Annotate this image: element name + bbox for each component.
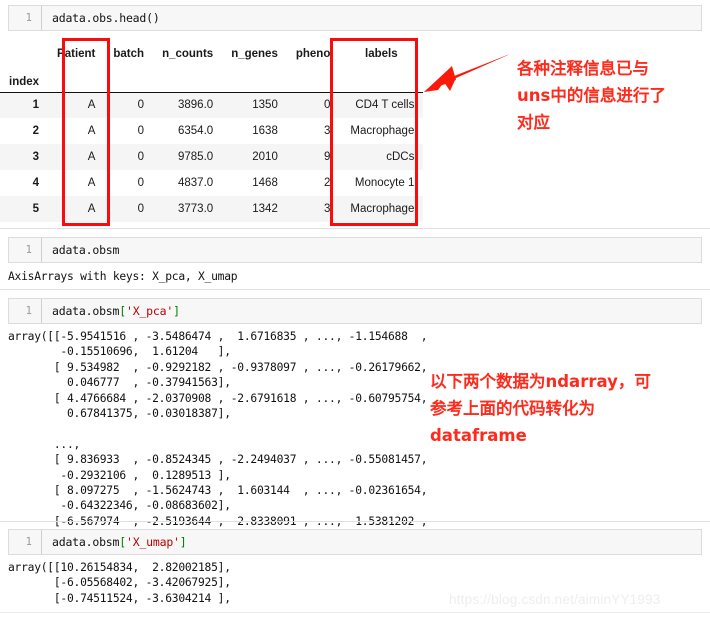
index-header-spacer-5	[286, 61, 340, 93]
cell-labels: cDCs	[339, 144, 424, 170]
cell-batch: 0	[104, 92, 154, 118]
column-header-n-counts[interactable]: n_counts	[153, 36, 222, 61]
cell-batch: 0	[137, 125, 145, 137]
cell-n-genes: 1350	[222, 92, 287, 118]
table-row: 4 A 0 4837.0 1468 2 Monocyte 1	[0, 170, 423, 196]
table-row: 5 A 0 3773.0 1342 3 Macrophage	[0, 196, 424, 222]
cell-labels: Macrophage	[350, 125, 415, 137]
code-token-bracket-open: [	[119, 535, 126, 549]
code-editor-obsm-xumap[interactable]: adata.obsm['X_umap']	[41, 530, 701, 554]
cell-batch: 0	[104, 196, 154, 222]
column-header-pheno[interactable]: pheno	[287, 36, 340, 61]
prompt-number: 1	[25, 305, 32, 317]
cell-index: 3	[0, 144, 49, 170]
index-header-spacer-3	[153, 61, 223, 93]
cell-n-genes: 1638	[252, 125, 278, 137]
index-header-spacer-2	[104, 61, 154, 93]
watermark-url: https://blog.csdn.net/aiminYY1993	[449, 592, 661, 607]
annotation-text-bottom: 以下两个数据为ndarray，可 参考上面的代码转化为 dataframe	[430, 372, 651, 445]
column-header-patient[interactable]: Patient	[48, 36, 104, 61]
cell-labels: Macrophage	[339, 196, 424, 222]
code-cell-obsm-xumap[interactable]: 1 adata.obsm['X_umap']	[8, 529, 702, 555]
cell-index: 5	[0, 196, 49, 222]
cell-patient: A	[48, 144, 105, 170]
header-spacer	[0, 36, 48, 61]
output-xumap-array: array([[10.26154834, 2.82002185], [-6.05…	[8, 561, 231, 605]
code-cell-obsm[interactable]: 1 adata.obsm	[8, 237, 702, 263]
prompt-number: 1	[25, 536, 32, 548]
cell-batch: 0	[104, 144, 154, 170]
output-xpca-array: array([[-5.9541516 , -3.5486474 , 1.6716…	[8, 330, 428, 543]
pointer-arrow-icon	[424, 54, 510, 92]
cell-patient: A	[87, 125, 96, 137]
index-header: index	[0, 61, 49, 93]
table-row: 2 A 0 6354.0 1638 3 Macrophage	[0, 118, 423, 144]
column-header-batch[interactable]: batch	[104, 36, 153, 61]
code-token-string: 'X_umap'	[125, 535, 180, 549]
cell-divider	[0, 289, 710, 290]
table-row: 3 A 0 9785.0 2010 9 cDCs	[0, 144, 424, 170]
code-editor-obs-head[interactable]: adata.obs.head()	[41, 6, 701, 30]
index-header-spacer-1	[48, 61, 105, 93]
cell-pheno: 9	[286, 144, 340, 170]
cell-patient: A	[48, 196, 105, 222]
cell-n-genes: 1342	[222, 196, 287, 222]
code-token-string: 'X_pca'	[125, 304, 174, 318]
column-header-n-genes[interactable]: n_genes	[222, 36, 287, 61]
cell-pheno: 3	[323, 125, 331, 137]
obs-dataframe-table: Patient batch n_counts n_genes pheno lab…	[0, 36, 424, 222]
bottom-divider	[0, 612, 710, 613]
dataframe-output: Patient batch n_counts n_genes pheno lab…	[0, 36, 424, 222]
cell-n-counts: 3896.0	[153, 92, 223, 118]
cell-batch: 0	[137, 177, 145, 189]
cell-pheno: 2	[323, 177, 331, 189]
code-editor-obsm-xpca[interactable]: adata.obsm['X_pca']	[41, 299, 701, 323]
code-token-bracket-close: ]	[179, 535, 187, 549]
code-token-bracket-open: [	[119, 304, 126, 318]
table-body: 1 A 0 3896.0 1350 0 CD4 T cells 2 A 0 63…	[0, 92, 424, 222]
code-token-object: adata.obsm	[52, 304, 120, 318]
code-editor-obsm[interactable]: adata.obsm	[41, 238, 701, 262]
cell-n-counts: 3773.0	[153, 196, 223, 222]
cell-index: 2	[32, 125, 40, 137]
cell-labels: Monocyte 1	[354, 177, 415, 189]
annotation-text-top: 各种注释信息已与 uns中的信息进行了 对应	[517, 59, 666, 132]
code-token-bracket-close: ]	[173, 304, 180, 318]
table-head: Patient batch n_counts n_genes pheno lab…	[0, 36, 424, 93]
cell-index: 4	[32, 177, 40, 189]
code-cell-obsm-xpca[interactable]: 1 adata.obsm['X_pca']	[8, 298, 702, 324]
index-header-spacer-4	[222, 61, 287, 93]
cell-labels: CD4 T cells	[339, 92, 424, 118]
cell-n-counts: 6354.0	[178, 125, 214, 137]
column-header-labels[interactable]: labels	[339, 36, 423, 61]
prompt-number: 1	[25, 12, 32, 24]
notebook-page: 1 adata.obs.head() Patient batch n_count…	[0, 0, 710, 620]
code-token-object: adata.obsm	[52, 535, 120, 549]
cell-divider	[0, 228, 710, 229]
table-header-row-columns: Patient batch n_counts n_genes pheno lab…	[0, 36, 423, 61]
cell-n-genes: 2010	[222, 144, 287, 170]
index-header-spacer-6	[339, 61, 424, 93]
prompt-number: 1	[25, 244, 32, 256]
table-row: 1 A 0 3896.0 1350 0 CD4 T cells	[0, 92, 424, 118]
cell-n-genes: 1468	[252, 177, 278, 189]
cell-n-counts: 9785.0	[153, 144, 223, 170]
cell-index: 1	[0, 92, 49, 118]
code-cell-obs-head[interactable]: 1 adata.obs.head()	[8, 5, 702, 31]
cell-pheno: 3	[286, 196, 340, 222]
cell-n-counts: 4837.0	[178, 177, 214, 189]
cell-patient: A	[48, 92, 105, 118]
table-header-row-index: index	[0, 61, 424, 93]
cell-pheno: 0	[286, 92, 340, 118]
cell-divider	[0, 521, 710, 522]
cell-patient: A	[87, 177, 96, 189]
output-obsm: AxisArrays with keys: X_pca, X_umap	[8, 270, 238, 283]
